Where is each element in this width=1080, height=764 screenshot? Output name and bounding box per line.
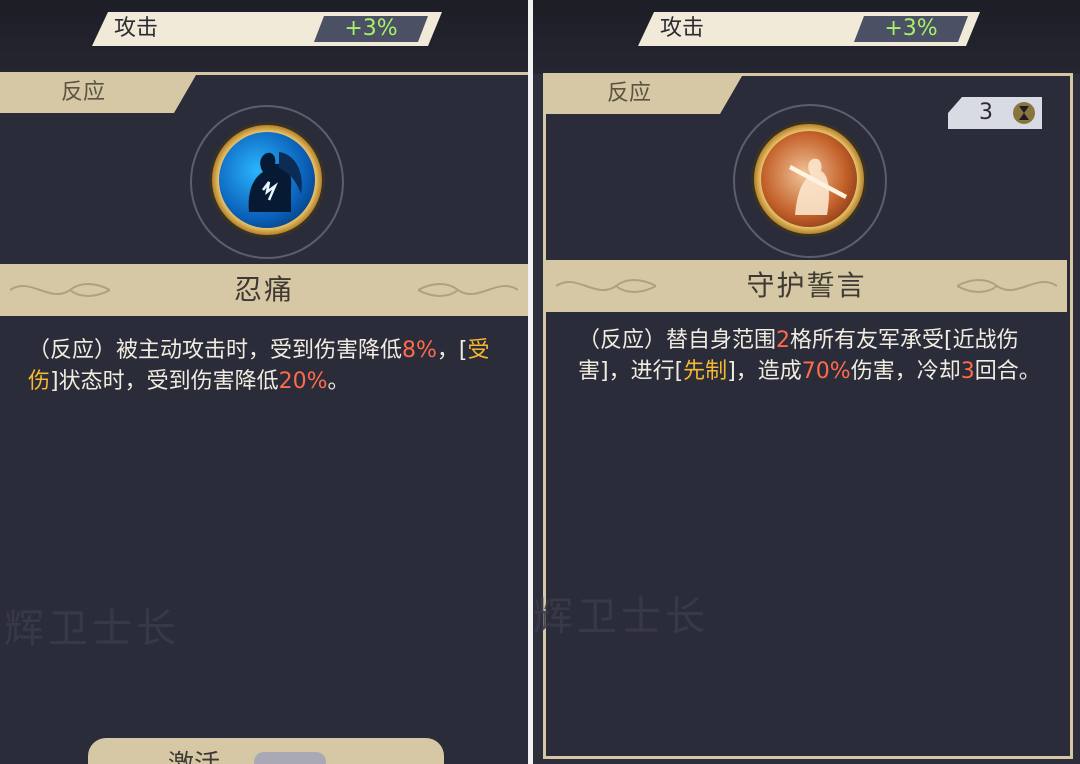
highlight-value: 3 (960, 359, 975, 384)
description-text: 伤害，冷却 (850, 359, 961, 384)
status-keyword[interactable]: 先制 (683, 359, 727, 384)
skill-name: 忍痛 (233, 273, 294, 306)
description-text: ]状态时，受到伤害降低 (50, 369, 279, 394)
highlight-value: 8% (402, 338, 437, 363)
skill-name-band: 守护誓言 (546, 260, 1067, 312)
skill-icon (212, 125, 322, 235)
description-text: ]，造成 (727, 359, 802, 384)
cooldown-badge: 3 (948, 97, 1042, 129)
skill-panel-left: 攻击 +3% 反应 忍痛 （反应）被主动攻击时，受到伤害降低8%，[受伤]状态时… (0, 0, 528, 764)
description-text: （反应）替自身范围 (578, 328, 777, 353)
skill-description: （反应）替自身范围2格所有友军承受[近战伤害]，进行[先制]，造成70%伤害，冷… (578, 325, 1048, 387)
stat-value: +3% (854, 16, 968, 42)
skill-description: （反应）被主动攻击时，受到伤害降低8%，[受伤]状态时，受到伤害降低20%。 (28, 335, 512, 397)
stat-bar: 攻击 +3% (92, 12, 442, 46)
cooldown-count: 3 (979, 100, 993, 125)
skill-type-label: 反应 (606, 81, 651, 106)
activate-emblem-icon (254, 752, 326, 764)
skill-type-label: 反应 (60, 80, 105, 105)
skill-name-band: 忍痛 (0, 264, 528, 316)
description-text: 。 (327, 369, 350, 394)
description-text: （反应）被主动攻击时，受到伤害降低 (28, 338, 403, 363)
skill-panel-right: 攻击 +3% 反应 3 守护誓言 （反应）替自身范围2格所有友军承受[近战伤害]… (533, 0, 1080, 764)
highlight-value: 70% (801, 359, 851, 384)
skill-type-tag: 反应 (546, 76, 742, 114)
highlight-value: 20% (278, 369, 328, 394)
description-text: ，[ (436, 338, 468, 363)
stat-label: 攻击 (660, 16, 705, 41)
sword-guardian-icon (761, 131, 857, 227)
skill-type-tag: 反应 (0, 75, 196, 113)
character-watermark: 辉卫士长 (533, 594, 709, 640)
character-watermark: 辉卫士长 (4, 606, 180, 652)
highlight-value: 2 (776, 328, 791, 353)
description-text: 回合。 (974, 359, 1041, 384)
skill-icon (754, 124, 864, 234)
silhouette-lightning-icon (219, 132, 315, 228)
skill-name: 守护誓言 (746, 269, 867, 302)
stat-bar: 攻击 +3% (638, 12, 980, 46)
activate-button-label: 激活 (168, 744, 220, 764)
stat-value: +3% (314, 16, 428, 42)
hourglass-icon (1013, 102, 1035, 124)
stat-label: 攻击 (114, 16, 159, 41)
